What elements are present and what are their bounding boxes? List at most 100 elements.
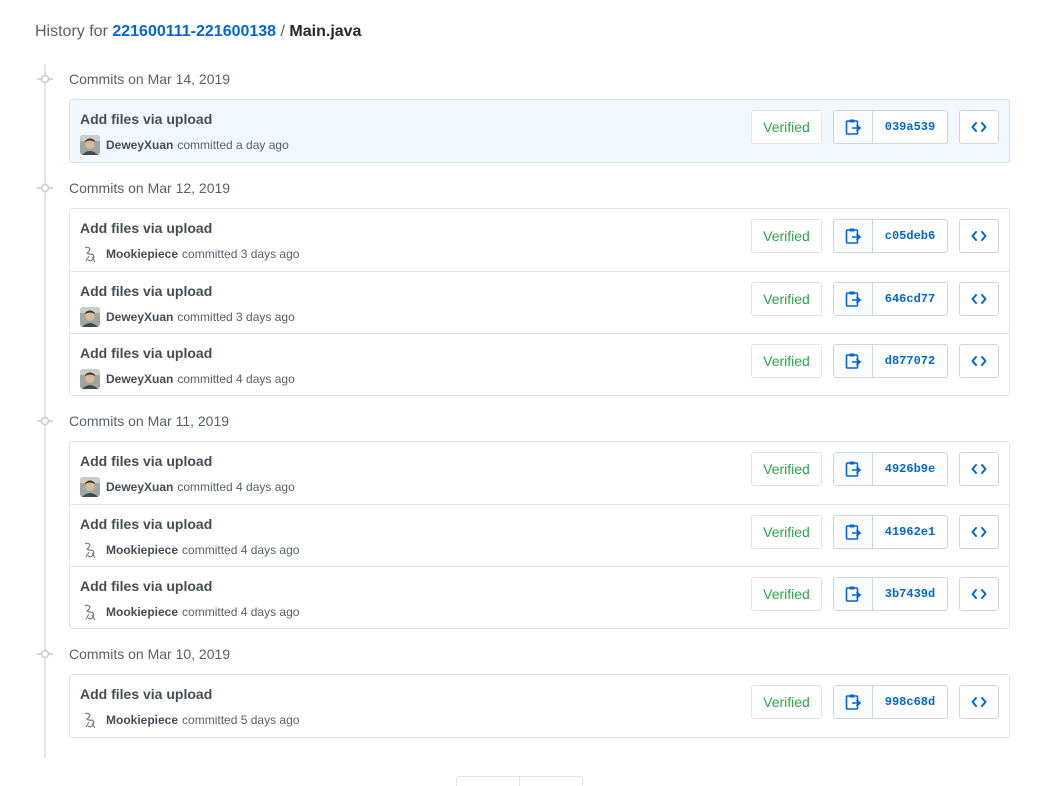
clipboard-copy-icon[interactable] (834, 516, 873, 548)
newer-button[interactable] (456, 776, 520, 786)
commit-meta: DeweyXuan committed a day ago (80, 135, 289, 155)
commit-sha-link[interactable]: 998c68d (873, 686, 947, 718)
commit-group-title: Commits on Mar 12, 2019 (69, 180, 231, 196)
author-link[interactable]: DeweyXuan (106, 138, 173, 152)
browse-code-button[interactable] (959, 282, 999, 316)
path-separator: / (276, 23, 290, 40)
commit-message-link[interactable]: Add files via upload (80, 514, 212, 534)
sha-button-group: d877072 (833, 344, 948, 378)
browse-code-button[interactable] (959, 685, 999, 719)
avatar[interactable] (80, 540, 100, 560)
commit-message-link[interactable]: Add files via upload (80, 343, 212, 363)
commit-row: Add files via upload Mookiepiece committed… (70, 209, 1009, 271)
verified-badge[interactable]: Verified (751, 515, 822, 549)
browse-code-button[interactable] (959, 110, 999, 144)
commit-time: committed 3 days ago (182, 247, 300, 261)
older-button[interactable] (520, 776, 583, 786)
commit-message-link[interactable]: Add files via upload (80, 451, 212, 471)
commit-meta: DeweyXuan committed 3 days ago (80, 307, 295, 327)
commit-sha-link[interactable]: c05deb6 (873, 220, 947, 252)
clipboard-copy-icon[interactable] (834, 345, 873, 377)
sha-button-group: 646cd77 (833, 282, 948, 316)
commit-time: committed 3 days ago (177, 310, 295, 324)
author-link[interactable]: Mookiepiece (106, 247, 178, 261)
clipboard-copy-icon[interactable] (834, 220, 873, 252)
commit-sha-link[interactable]: 4926b9e (873, 453, 947, 485)
history-prefix: History for (35, 23, 113, 40)
browse-code-button[interactable] (959, 452, 999, 486)
commit-sha-link[interactable]: 646cd77 (873, 283, 947, 315)
code-icon (971, 355, 987, 367)
commit-row: Add files via upload DeweyXuan committed 3… (70, 271, 1009, 333)
avatar[interactable] (80, 307, 100, 327)
sha-button-group: 3b7439d (833, 577, 948, 611)
avatar[interactable] (80, 135, 100, 155)
commit-row: Add files via upload Mookiepiece committed… (70, 675, 1009, 737)
verified-badge[interactable]: Verified (751, 344, 822, 378)
browse-code-button[interactable] (959, 219, 999, 253)
commit-sha-link[interactable]: 039a539 (873, 111, 947, 143)
code-icon (971, 121, 987, 133)
commit-message-link[interactable]: Add files via upload (80, 218, 212, 238)
avatar[interactable] (80, 477, 100, 497)
code-icon (971, 696, 987, 708)
code-icon (971, 526, 987, 538)
git-commit-icon (37, 413, 53, 429)
commit-list: Add files via upload DeweyXuan committed 4… (69, 441, 1010, 629)
commit-message-link[interactable]: Add files via upload (80, 109, 212, 129)
code-icon (971, 463, 987, 475)
verified-badge[interactable]: Verified (751, 577, 822, 611)
commit-row: Add files via upload DeweyXuan committed 4… (70, 442, 1009, 504)
sha-button-group: 039a539 (833, 110, 948, 144)
commit-row: Add files via upload Mookiepiece committed… (70, 504, 1009, 566)
author-link[interactable]: DeweyXuan (106, 480, 173, 494)
repo-link[interactable]: 221600111-221600138 (112, 23, 276, 40)
sha-button-group: 998c68d (833, 685, 948, 719)
verified-badge[interactable]: Verified (751, 452, 822, 486)
commit-list: Add files via upload Mookiepiece committed… (69, 208, 1010, 396)
commit-list: Add files via upload DeweyXuan committed a… (69, 99, 1010, 163)
avatar[interactable] (80, 369, 100, 389)
avatar[interactable] (80, 710, 100, 730)
avatar[interactable] (80, 602, 100, 622)
commit-message-link[interactable]: Add files via upload (80, 684, 212, 704)
commit-meta: Mookiepiece committed 3 days ago (80, 244, 299, 264)
browse-code-button[interactable] (959, 344, 999, 378)
clipboard-copy-icon[interactable] (834, 453, 873, 485)
clipboard-copy-icon[interactable] (834, 686, 873, 718)
commit-sha-link[interactable]: 3b7439d (873, 578, 947, 610)
commit-meta: DeweyXuan committed 4 days ago (80, 369, 295, 389)
commit-time: committed a day ago (177, 138, 289, 152)
sha-button-group: 41962e1 (833, 515, 948, 549)
commit-message-link[interactable]: Add files via upload (80, 576, 212, 596)
commit-list: Add files via upload Mookiepiece committed… (69, 674, 1010, 738)
author-link[interactable]: Mookiepiece (106, 713, 178, 727)
git-commit-icon (37, 180, 53, 196)
author-link[interactable]: DeweyXuan (106, 310, 173, 324)
verified-badge[interactable]: Verified (751, 282, 822, 316)
author-link[interactable]: Mookiepiece (106, 543, 178, 557)
commit-message-link[interactable]: Add files via upload (80, 281, 212, 301)
verified-badge[interactable]: Verified (751, 110, 822, 144)
commit-time: committed 4 days ago (182, 543, 300, 557)
browse-code-button[interactable] (959, 577, 999, 611)
verified-badge[interactable]: Verified (751, 685, 822, 719)
author-link[interactable]: DeweyXuan (106, 372, 173, 386)
commit-sha-link[interactable]: d877072 (873, 345, 947, 377)
clipboard-copy-icon[interactable] (834, 111, 873, 143)
author-link[interactable]: Mookiepiece (106, 605, 178, 619)
browse-code-button[interactable] (959, 515, 999, 549)
verified-badge[interactable]: Verified (751, 219, 822, 253)
commit-sha-link[interactable]: 41962e1 (873, 516, 947, 548)
avatar[interactable] (80, 244, 100, 264)
code-icon (971, 293, 987, 305)
file-name: Main.java (289, 23, 362, 40)
sha-button-group: 4926b9e (833, 452, 948, 486)
sha-button-group: c05deb6 (833, 219, 948, 253)
code-icon (971, 230, 987, 242)
clipboard-copy-icon[interactable] (834, 283, 873, 315)
commit-group-title: Commits on Mar 14, 2019 (69, 71, 231, 87)
commit-time: committed 4 days ago (182, 605, 300, 619)
clipboard-copy-icon[interactable] (834, 578, 873, 610)
commit-time: committed 4 days ago (177, 480, 295, 494)
